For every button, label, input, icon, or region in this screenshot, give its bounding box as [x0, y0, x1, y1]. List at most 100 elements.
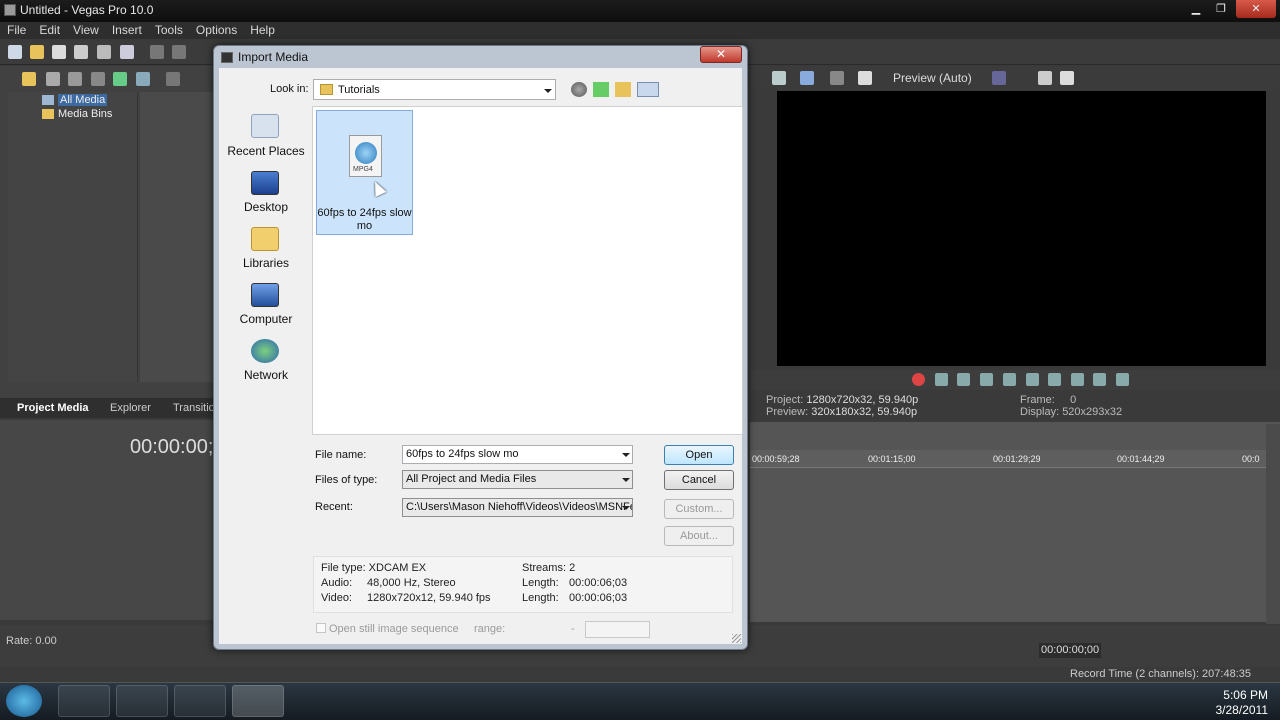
clock-time: 5:06 PM [1223, 688, 1268, 702]
chevron-down-icon[interactable] [622, 453, 630, 457]
save-as-icon[interactable] [74, 45, 88, 59]
capture-icon[interactable] [46, 72, 60, 86]
play-from-start-icon[interactable] [957, 373, 970, 386]
up-folder-icon[interactable] [593, 82, 609, 97]
maximize-button[interactable]: ❐ [1208, 0, 1234, 18]
video-preview [777, 91, 1266, 366]
open-button[interactable]: Open [664, 445, 734, 465]
still-sequence-checkbox[interactable] [316, 623, 326, 633]
prev-frame-icon[interactable] [1093, 373, 1106, 386]
place-desktop[interactable]: Desktop [225, 200, 307, 214]
import-media-icon[interactable] [22, 72, 36, 86]
go-to-start-icon[interactable] [1048, 373, 1061, 386]
save-snapshot-icon[interactable] [1060, 71, 1074, 85]
video-fx-icon[interactable] [830, 71, 844, 85]
start-button[interactable] [6, 685, 42, 717]
delete-icon[interactable] [166, 72, 180, 86]
loop-icon[interactable] [935, 373, 948, 386]
tree-all-media[interactable]: All Media [58, 94, 108, 106]
file-name-input[interactable]: 60fps to 24fps slow mo [402, 445, 633, 464]
computer-icon [251, 283, 279, 307]
look-in-label: Look in: [270, 83, 309, 95]
menu-insert[interactable]: Insert [105, 22, 148, 37]
next-frame-icon[interactable] [1116, 373, 1129, 386]
remove-media-icon[interactable] [91, 72, 105, 86]
external-monitor-icon[interactable] [800, 71, 814, 85]
new-folder-icon[interactable] [615, 82, 631, 97]
all-media-icon [42, 95, 54, 105]
app-titlebar: Untitled - Vegas Pro 10.0 ▁ ❐ ✕ [0, 0, 1280, 22]
preview-quality-select[interactable]: Preview (Auto) [893, 71, 972, 85]
dialog-icon [221, 52, 233, 63]
menu-view[interactable]: View [66, 22, 105, 37]
info-streams: Streams: 2 [522, 562, 576, 574]
get-media-icon[interactable] [68, 72, 82, 86]
copy-snapshot-icon[interactable] [1038, 71, 1052, 85]
menu-options[interactable]: Options [189, 22, 243, 37]
folder-icon [42, 109, 54, 119]
recent-select[interactable]: C:\Users\Mason Niehoff\Videos\Videos\MSN… [402, 498, 633, 517]
network-icon [251, 339, 279, 363]
cut-icon[interactable] [150, 45, 164, 59]
chevron-down-icon[interactable] [622, 478, 630, 482]
range-end-input[interactable] [585, 621, 650, 638]
preview-res-label: Preview: [766, 406, 809, 418]
chevron-down-icon[interactable] [622, 506, 630, 510]
timeline-scrollbar[interactable] [1266, 424, 1280, 624]
open-icon[interactable] [30, 45, 44, 59]
ruler-label: 00:01:44;29 [1117, 454, 1165, 464]
files-of-type-select[interactable]: All Project and Media Files [402, 470, 633, 489]
tab-project-media[interactable]: Project Media [17, 402, 89, 414]
pause-icon[interactable] [1003, 373, 1016, 386]
copy-icon[interactable] [172, 45, 186, 59]
back-icon[interactable] [571, 82, 587, 97]
resize-grip-icon[interactable] [732, 634, 741, 643]
media-fx-icon[interactable] [113, 72, 127, 86]
cancel-button[interactable]: Cancel [664, 470, 734, 490]
place-network[interactable]: Network [225, 368, 307, 382]
info-file-type: File type: XDCAM EX [321, 562, 427, 574]
display-value: 520x293x32 [1062, 406, 1123, 418]
tray-clock[interactable]: 5:06 PM 3/28/2011 [1210, 688, 1269, 718]
new-project-icon[interactable] [8, 45, 22, 59]
stop-icon[interactable] [1026, 373, 1039, 386]
menu-edit[interactable]: Edit [32, 22, 66, 37]
place-computer[interactable]: Computer [225, 312, 307, 326]
custom-button[interactable]: Custom... [664, 499, 734, 519]
preview-properties-icon[interactable] [772, 71, 786, 85]
range-label: range: [474, 623, 506, 635]
render-icon[interactable] [97, 45, 111, 59]
ruler-label: 00:01:29;29 [993, 454, 1041, 464]
save-icon[interactable] [52, 45, 66, 59]
place-recent-places[interactable]: Recent Places [225, 144, 307, 158]
chrome-taskbar-icon[interactable] [58, 685, 110, 717]
menu-help[interactable]: Help [243, 22, 281, 37]
tab-explorer[interactable]: Explorer [110, 402, 151, 414]
search-media-icon[interactable] [136, 72, 150, 86]
minimize-button[interactable]: ▁ [1183, 0, 1209, 18]
menu-file[interactable]: File [0, 22, 32, 37]
about-button[interactable]: About... [664, 526, 734, 546]
play-icon[interactable] [980, 373, 993, 386]
overlays-icon[interactable] [992, 71, 1006, 85]
properties-icon[interactable] [120, 45, 134, 59]
file-type-badge: MPG4 [353, 166, 373, 173]
rate-label: Rate: 0.00 [6, 635, 57, 647]
tab-transitions[interactable]: Transitio [173, 402, 215, 414]
info-length-value: 00:00:06;03 [569, 577, 628, 589]
split-screen-icon[interactable] [858, 71, 872, 85]
dialog-close-button[interactable]: ✕ [700, 46, 742, 63]
explorer-taskbar-icon[interactable] [116, 685, 168, 717]
hp-taskbar-icon[interactable] [174, 685, 226, 717]
record-icon[interactable] [912, 373, 925, 386]
close-button[interactable]: ✕ [1236, 0, 1276, 18]
place-libraries[interactable]: Libraries [225, 256, 307, 270]
file-name-label: File name: [315, 449, 367, 461]
tree-media-bins[interactable]: Media Bins [58, 108, 112, 120]
vegas-taskbar-icon[interactable] [232, 685, 284, 717]
view-menu-icon[interactable] [637, 82, 659, 97]
project-value: 1280x720x32, 59.940p [806, 394, 919, 406]
vegas-app-icon [4, 4, 16, 16]
go-to-end-icon[interactable] [1071, 373, 1084, 386]
menu-tools[interactable]: Tools [148, 22, 189, 37]
